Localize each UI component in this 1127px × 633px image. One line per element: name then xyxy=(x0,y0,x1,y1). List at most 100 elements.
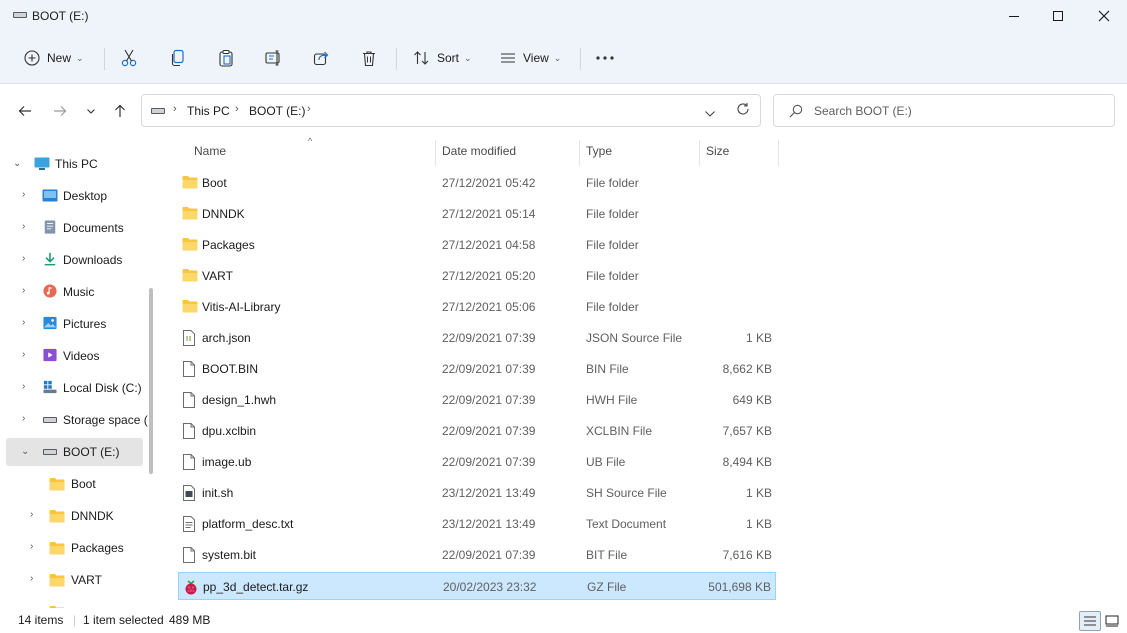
file-size: 501,698 KB xyxy=(708,580,771,594)
view-lines-icon xyxy=(501,53,515,63)
address-bar[interactable]: › This PC › BOOT (E:) › xyxy=(141,94,761,127)
breadcrumb-this-pc[interactable]: This PC xyxy=(187,104,230,118)
delete-button[interactable] xyxy=(361,42,377,74)
file-row[interactable]: Packages 27/12/2021 04:58 File folder xyxy=(178,231,776,259)
view-label: View xyxy=(523,51,549,65)
nav-item-downloads[interactable]: › Downloads xyxy=(6,246,143,274)
file-row[interactable]: platform_desc.txt 23/12/2021 13:49 Text Do… xyxy=(178,510,776,538)
file-row[interactable]: design_1.hwh 22/09/2021 07:39 HWH File 649 … xyxy=(178,386,776,414)
paste-button[interactable] xyxy=(218,42,234,74)
column-divider[interactable] xyxy=(699,140,700,166)
nav-item-boot-drive[interactable]: ⌄ BOOT (E:) xyxy=(6,438,143,466)
chevron-down-icon: ⌄ xyxy=(13,158,22,169)
file-icon xyxy=(182,547,198,563)
file-row[interactable]: image.ub 22/09/2021 07:39 UB File 8,494 KB xyxy=(178,448,776,476)
view-button[interactable]: View ⌄ xyxy=(500,42,561,74)
column-divider[interactable] xyxy=(778,140,779,166)
file-list: ^ Name Date modified Type Size Boot 27/12… xyxy=(158,136,1127,608)
new-button[interactable]: New ⌄ xyxy=(24,42,84,74)
file-date-modified: 27/12/2021 05:06 xyxy=(442,300,536,314)
file-type: GZ File xyxy=(587,580,627,594)
file-icon xyxy=(182,454,198,470)
nav-scrollbar[interactable] xyxy=(149,288,153,474)
file-row[interactable]: VART 27/12/2021 05:20 File folder xyxy=(178,262,776,290)
nav-label: Music xyxy=(63,285,95,299)
nav-item-this-pc[interactable]: ⌄ This PC xyxy=(6,150,143,178)
chevron-right-icon: › xyxy=(22,189,26,200)
column-divider[interactable] xyxy=(579,140,580,166)
cut-button[interactable] xyxy=(121,42,137,74)
nav-label: Downloads xyxy=(63,253,123,267)
videos-icon xyxy=(43,348,57,362)
file-row[interactable]: init.sh 23/12/2021 13:49 SH Source File 1 K… xyxy=(178,479,776,507)
large-icons-view-button[interactable] xyxy=(1101,611,1123,631)
nav-item-music[interactable]: › Music xyxy=(6,278,143,306)
scissors-icon xyxy=(121,49,137,67)
forward-button[interactable] xyxy=(50,101,70,121)
file-row[interactable]: dpu.xclbin 22/09/2021 07:39 XCLBIN File 7,6… xyxy=(178,417,776,445)
file-size: 1 KB xyxy=(745,331,772,345)
folder-icon xyxy=(182,268,198,284)
command-bar: New ⌄ Sort ⌄ View ⌄ xyxy=(0,32,1127,84)
nav-item-videos[interactable]: › Videos xyxy=(6,342,143,370)
column-header-name[interactable]: Name xyxy=(194,136,226,166)
file-row[interactable]: BOOT.BIN 22/09/2021 07:39 BIN File 8,662 KB xyxy=(178,355,776,383)
search-placeholder: Search BOOT (E:) xyxy=(814,104,912,118)
rename-button[interactable] xyxy=(265,42,283,74)
column-header-size[interactable]: Size xyxy=(706,136,729,166)
share-button[interactable] xyxy=(313,42,330,74)
chevron-right-icon: › xyxy=(235,103,239,115)
file-icon xyxy=(182,423,198,439)
nav-item-partial[interactable] xyxy=(6,598,143,608)
sort-button[interactable]: Sort ⌄ xyxy=(413,42,472,74)
nav-item-packages[interactable]: › Packages xyxy=(6,534,143,562)
sort-icon xyxy=(414,51,429,65)
chevron-right-icon: › xyxy=(30,573,34,584)
item-count: 14 items xyxy=(18,613,64,627)
file-date-modified: 27/12/2021 05:20 xyxy=(442,269,536,283)
more-options-button[interactable] xyxy=(596,42,614,74)
drive-icon xyxy=(151,108,165,114)
file-row[interactable]: Boot 27/12/2021 05:42 File folder xyxy=(178,169,776,197)
column-header-type[interactable]: Type xyxy=(586,136,612,166)
nav-item-vart[interactable]: › VART xyxy=(6,566,143,594)
file-date-modified: 27/12/2021 04:58 xyxy=(442,238,536,252)
nav-item-dnndk[interactable]: › DNNDK xyxy=(6,502,143,530)
arrow-left-icon xyxy=(18,106,31,116)
back-button[interactable] xyxy=(15,101,35,121)
recent-locations-button[interactable] xyxy=(81,101,101,121)
sort-ascending-icon: ^ xyxy=(308,136,313,146)
maximize-button[interactable] xyxy=(1035,0,1081,32)
nav-item-pictures[interactable]: › Pictures xyxy=(6,310,143,338)
nav-item-storage-space[interactable]: › Storage space ( xyxy=(6,406,148,434)
file-row[interactable]: pp_3d_detect.tar.gz 20/02/2023 23:32 GZ Fi… xyxy=(178,572,776,600)
computer-icon xyxy=(34,157,50,170)
nav-item-desktop[interactable]: › Desktop xyxy=(6,182,143,210)
file-row[interactable]: Vitis-AI-Library 27/12/2021 05:06 File fol… xyxy=(178,293,776,321)
breadcrumb-boot-drive[interactable]: BOOT (E:) xyxy=(249,104,305,118)
close-button[interactable] xyxy=(1081,0,1127,32)
nav-label: Packages xyxy=(71,541,124,555)
refresh-button[interactable] xyxy=(736,102,750,119)
file-date-modified: 22/09/2021 07:39 xyxy=(442,455,536,469)
nav-item-local-disk[interactable]: › Local Disk (C:) xyxy=(6,374,143,402)
copy-button[interactable] xyxy=(170,42,186,74)
search-input[interactable]: Search BOOT (E:) xyxy=(773,94,1115,127)
chevron-right-icon: › xyxy=(22,285,26,296)
chevron-down-icon xyxy=(87,108,95,114)
folder-icon xyxy=(182,237,198,253)
up-button[interactable] xyxy=(110,101,130,121)
address-history-button[interactable] xyxy=(705,106,715,120)
details-view-button[interactable] xyxy=(1079,611,1101,631)
file-row[interactable]: DNNDK 27/12/2021 05:14 File folder xyxy=(178,200,776,228)
file-size: 649 KB xyxy=(732,393,772,407)
file-row[interactable]: system.bit 22/09/2021 07:39 BIT File 7,616 … xyxy=(178,541,776,569)
minimize-button[interactable] xyxy=(991,0,1037,32)
column-header-date[interactable]: Date modified xyxy=(442,136,516,166)
tiles-view-icon xyxy=(1105,615,1119,627)
nav-item-boot-folder[interactable]: Boot xyxy=(6,470,143,498)
file-row[interactable]: arch.json 22/09/2021 07:39 JSON Source Fil… xyxy=(178,324,776,352)
nav-item-documents[interactable]: › Documents xyxy=(6,214,143,242)
column-divider[interactable] xyxy=(435,140,436,166)
chevron-down-icon: ⌄ xyxy=(464,52,472,63)
